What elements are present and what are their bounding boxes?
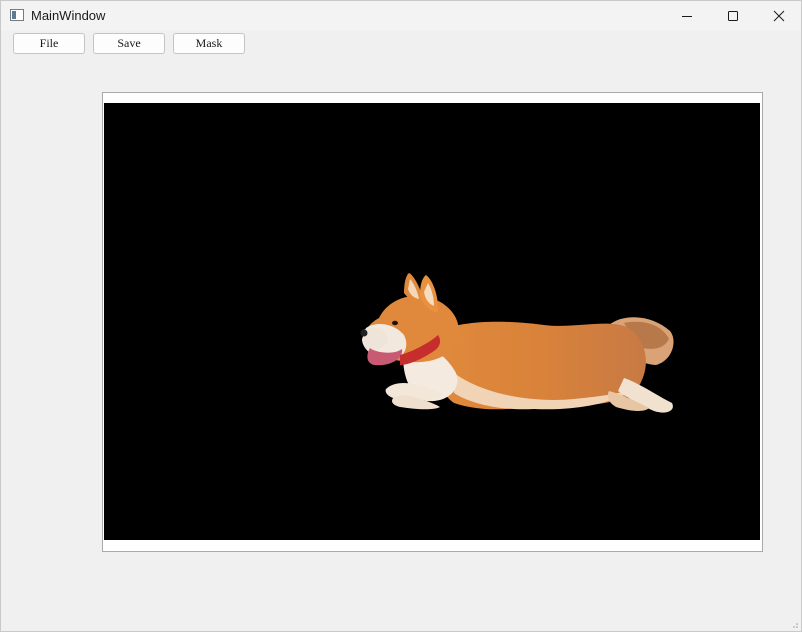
app-window-icon	[10, 9, 24, 21]
mask-button[interactable]: Mask	[173, 33, 245, 54]
file-button[interactable]: File	[13, 33, 85, 54]
minimize-icon	[682, 16, 692, 17]
minimize-button[interactable]	[664, 1, 710, 31]
corgi-dog-image	[360, 273, 674, 413]
maximize-button[interactable]	[710, 1, 756, 31]
maximize-icon	[728, 11, 738, 21]
resize-grip-icon[interactable]	[789, 619, 799, 629]
save-button[interactable]: Save	[93, 33, 165, 54]
image-view[interactable]	[102, 92, 763, 552]
title-bar[interactable]: MainWindow	[1, 1, 801, 31]
main-window: MainWindow File Save Mask	[0, 0, 802, 632]
close-button[interactable]	[756, 1, 802, 31]
close-icon	[773, 10, 785, 22]
window-title: MainWindow	[31, 8, 106, 23]
image-canvas	[104, 103, 760, 540]
